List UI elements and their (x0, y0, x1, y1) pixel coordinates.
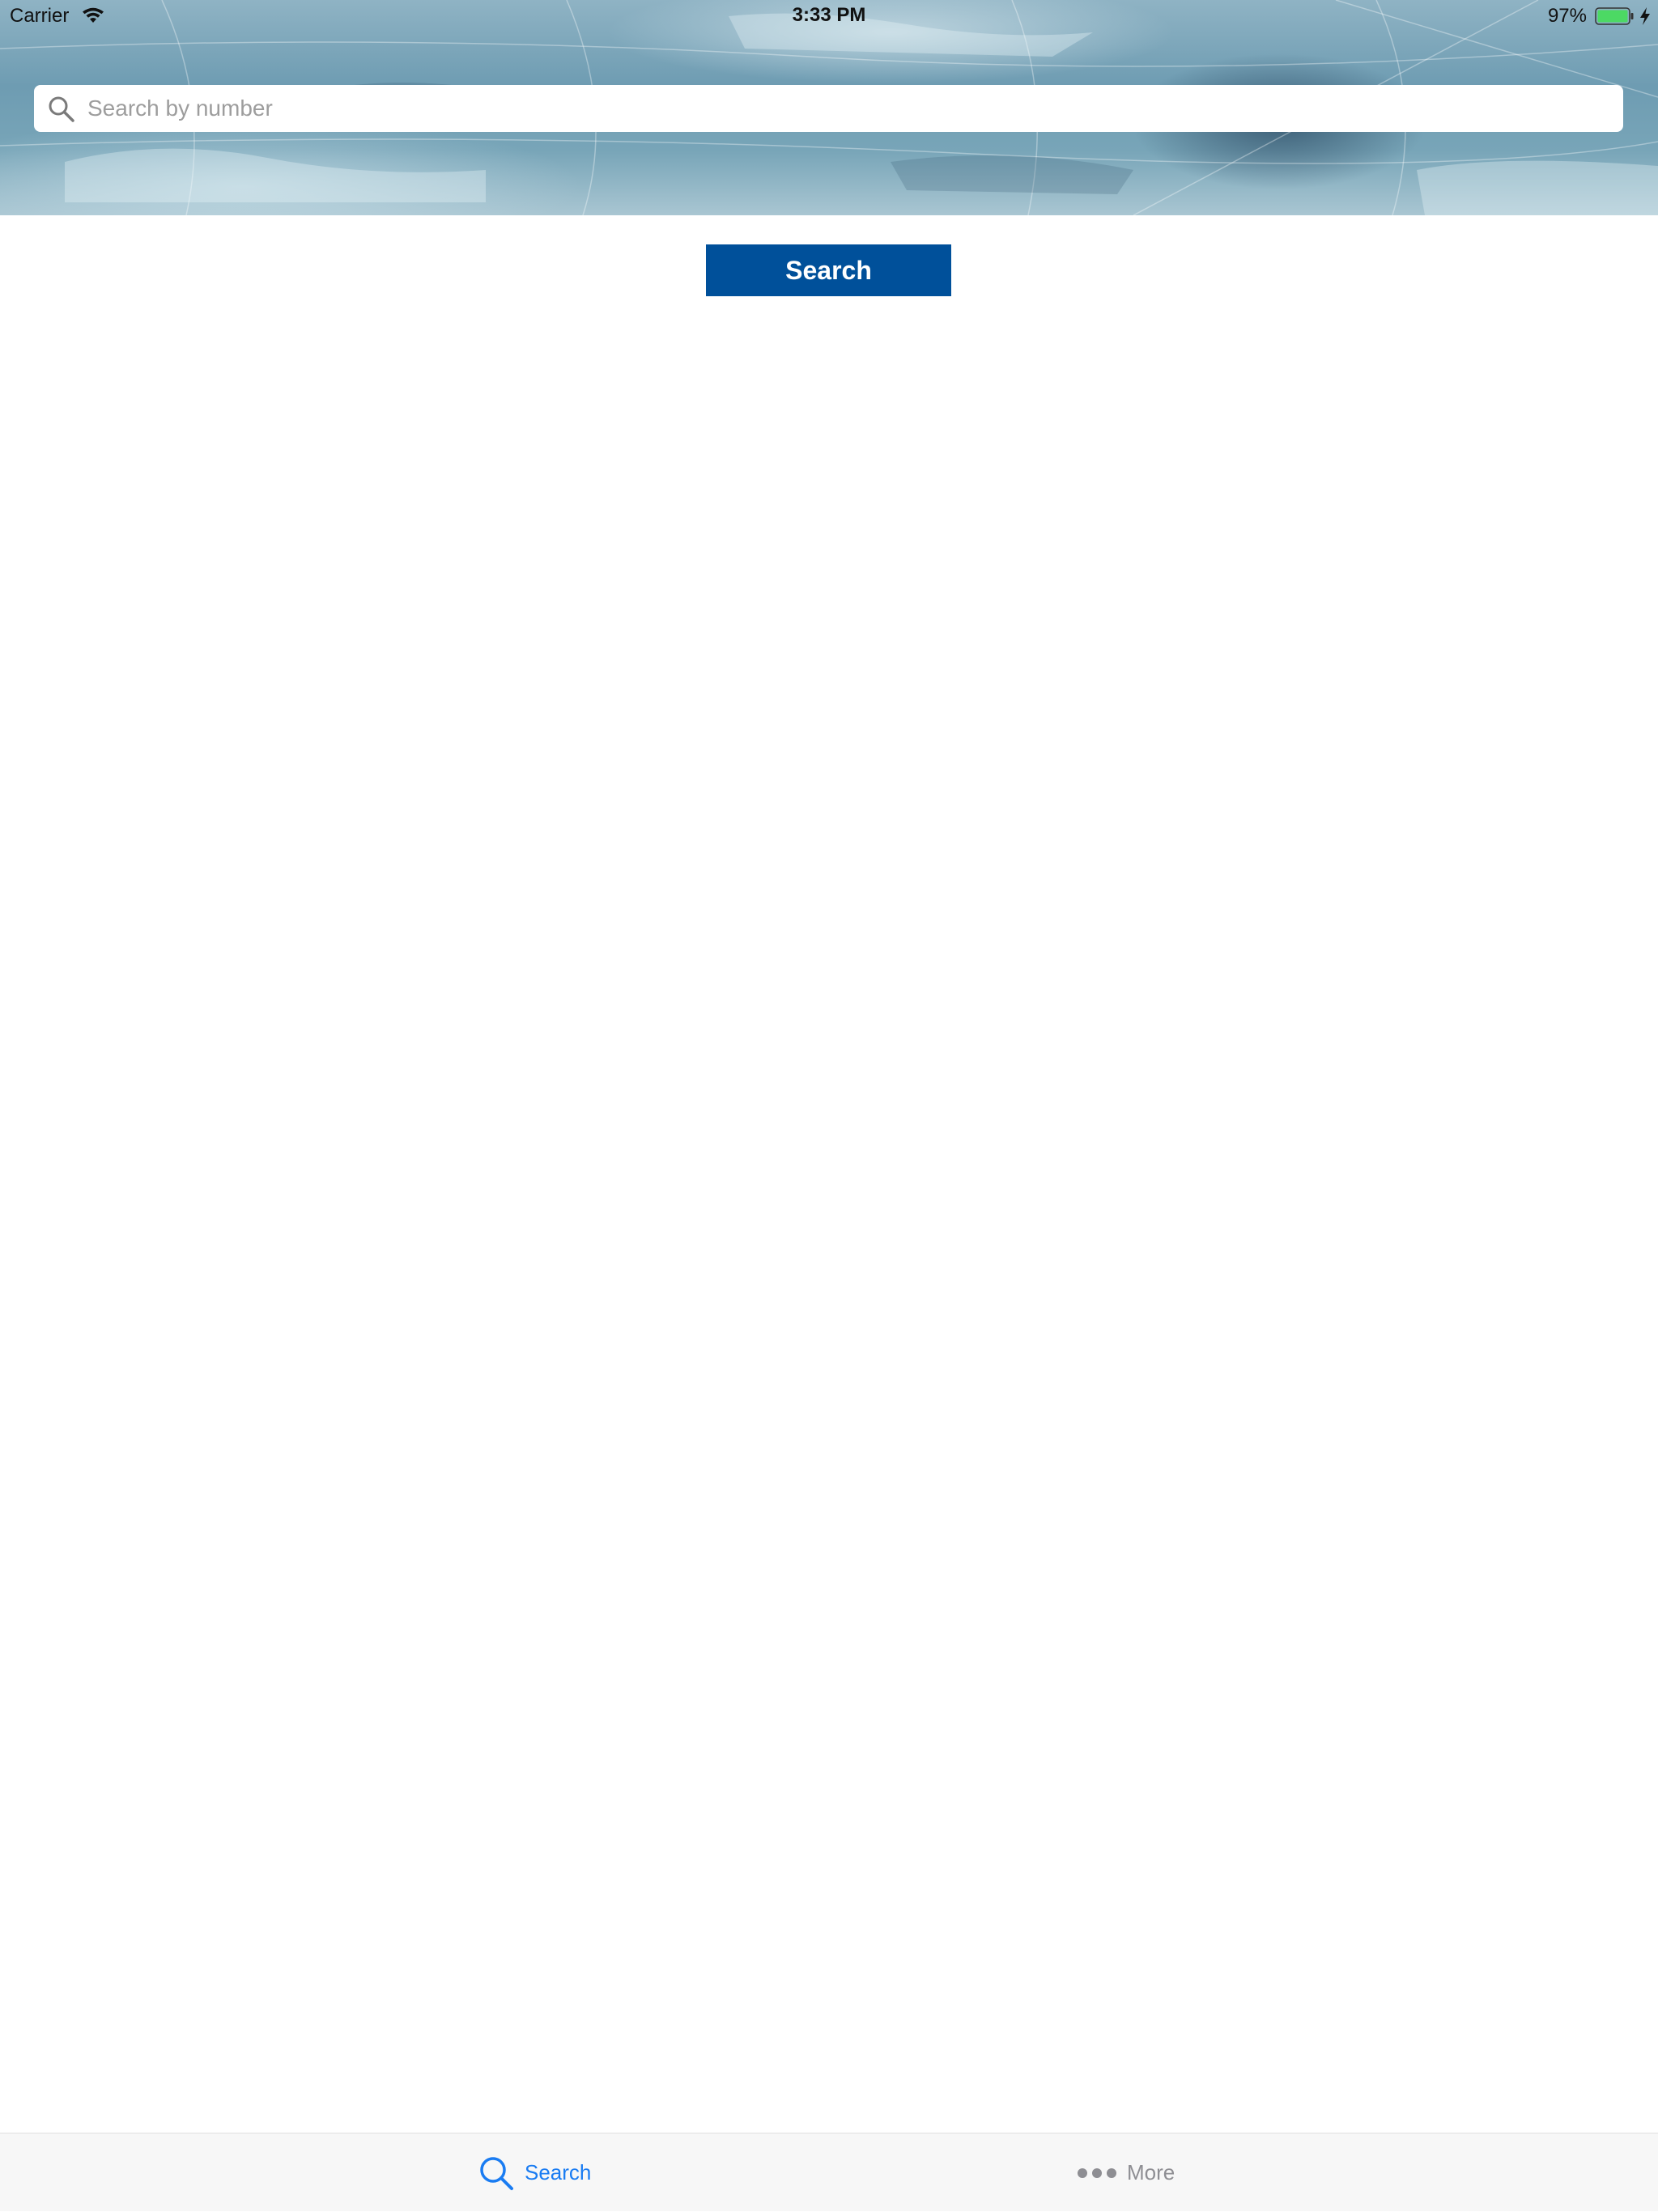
tab-more-label: More (1127, 2160, 1175, 2184)
search-input[interactable] (87, 85, 1609, 132)
status-time: 3:33 PM (792, 4, 866, 26)
more-icon (1078, 2167, 1116, 2178)
tab-search-label: Search (525, 2160, 592, 2184)
search-bar[interactable] (34, 85, 1623, 132)
search-button[interactable]: Search (706, 244, 951, 296)
search-icon (49, 96, 74, 122)
tab-bar: Search More (0, 2133, 1658, 2211)
search-icon (480, 2156, 513, 2190)
battery-percent: 97% (1547, 5, 1587, 27)
charging-bolt-icon (1640, 7, 1650, 25)
tab-search[interactable]: Search (478, 2133, 591, 2212)
status-bar: Carrier 3:33 PM 97% (0, 0, 1658, 32)
battery-icon (1595, 7, 1634, 25)
tab-more[interactable]: More (1077, 2133, 1175, 2212)
